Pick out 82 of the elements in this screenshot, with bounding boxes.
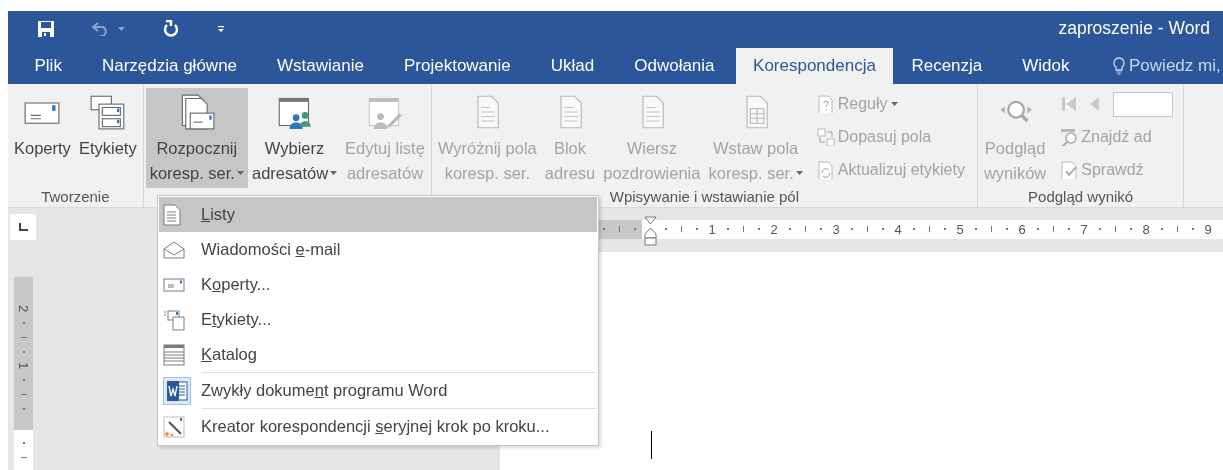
ruler-tick bbox=[680, 226, 682, 233]
check-document-icon bbox=[1060, 161, 1079, 180]
customize-button[interactable] bbox=[217, 24, 225, 33]
menu-item[interactable]: Listy bbox=[159, 197, 597, 232]
refresh-document-icon bbox=[816, 161, 835, 180]
ruler-tick bbox=[1114, 226, 1116, 233]
ribbon-tab[interactable]: Recenzja bbox=[892, 47, 1001, 84]
open-envelope-icon bbox=[163, 240, 185, 259]
ruler-tick bbox=[20, 393, 27, 395]
label-sheet-icon bbox=[89, 93, 126, 130]
group-label: Podgląd wynikó bbox=[1027, 187, 1135, 207]
ruler-number: 3 bbox=[831, 220, 841, 239]
ruler-number: 6 bbox=[1017, 220, 1027, 239]
ruler-tick bbox=[866, 226, 868, 233]
ruler-tick bbox=[618, 226, 620, 233]
save-button[interactable] bbox=[38, 20, 54, 37]
magic-wand-icon bbox=[163, 415, 185, 438]
ruler-tick bbox=[990, 226, 992, 233]
ribbon-button[interactable]: Wybierz adresatów bbox=[247, 87, 342, 188]
ruler-tick bbox=[20, 336, 27, 338]
group-label: Wpisywanie i wstawianie pól bbox=[608, 187, 801, 207]
indent-marker-icon[interactable] bbox=[644, 215, 657, 246]
ruler-number: 5 bbox=[955, 220, 965, 239]
ribbon-button[interactable]: Koperty bbox=[10, 87, 75, 188]
menu-item[interactable]: Zwykły dokument programu Word bbox=[159, 373, 597, 408]
text-cursor bbox=[651, 430, 652, 459]
ribbon-button[interactable]: Etykiety bbox=[74, 87, 141, 188]
ribbon-tab[interactable]: Widok bbox=[1003, 47, 1089, 84]
ruler-number: 9 bbox=[1203, 220, 1213, 239]
ribbon-tab[interactable]: Korespondencja bbox=[736, 47, 893, 84]
ribbon-button[interactable]: Rozpocznij koresp. ser. bbox=[145, 87, 248, 188]
redo-icon bbox=[163, 19, 179, 38]
repeat-button[interactable] bbox=[163, 19, 179, 38]
ruler-number: 7 bbox=[1079, 220, 1089, 239]
ruler-tick bbox=[1176, 226, 1178, 233]
caret-icon bbox=[236, 171, 244, 176]
left-tab-icon bbox=[18, 222, 28, 231]
envelope-icon bbox=[163, 277, 185, 292]
list-icon bbox=[163, 343, 185, 366]
ruler-tick bbox=[928, 226, 930, 233]
ribbon-tab[interactable]: Plik bbox=[16, 47, 81, 84]
ruler-tick bbox=[742, 226, 744, 233]
caret-icon bbox=[795, 171, 803, 176]
caret-icon bbox=[330, 171, 338, 176]
word-document-icon bbox=[163, 376, 191, 405]
menu-item[interactable]: Wiadomości e-mail bbox=[159, 232, 597, 267]
document-icon bbox=[163, 203, 181, 226]
ruler-tick bbox=[20, 456, 27, 458]
ribbon-tab[interactable]: Odwołania bbox=[615, 47, 734, 84]
label-sheet-icon bbox=[163, 308, 185, 331]
first-page-icon bbox=[1062, 97, 1077, 112]
record-number-field[interactable] bbox=[1113, 91, 1174, 117]
save-icon bbox=[38, 20, 54, 37]
caret-icon bbox=[118, 26, 125, 31]
tell-me-placeholder[interactable]: Powiedz mi, bbox=[1129, 55, 1221, 76]
lightbulb-icon bbox=[1113, 56, 1126, 75]
ruler-number: 8 bbox=[1141, 220, 1151, 239]
ruler-number: 2 bbox=[769, 220, 779, 239]
group-label: Tworzenie bbox=[40, 187, 111, 207]
ribbon-tab[interactable]: Układ bbox=[532, 47, 613, 84]
undo-icon bbox=[92, 21, 110, 36]
previous-icon bbox=[1090, 97, 1100, 112]
menu-item[interactable]: Kreator korespondencji seryjnej krok po kroku... bbox=[159, 409, 597, 444]
window-title: zaproszenie - Word bbox=[1058, 18, 1210, 40]
swap-arrows-icon bbox=[816, 128, 835, 147]
magnifier-icon bbox=[1060, 128, 1079, 147]
ruler-tick bbox=[1052, 226, 1054, 233]
ruler-tick bbox=[804, 226, 806, 233]
menu-item[interactable]: Koperty... bbox=[159, 267, 597, 302]
ribbon-tab[interactable]: Projektowanie bbox=[385, 47, 530, 84]
question-document-icon bbox=[816, 95, 835, 114]
menu-item[interactable]: Katalog bbox=[159, 337, 597, 372]
ribbon-tab[interactable]: Wstawianie bbox=[258, 47, 383, 84]
ribbon-tab[interactable]: Narzędzia główne bbox=[83, 47, 256, 84]
ruler-number: 2 bbox=[15, 304, 32, 315]
ruler-number: 1 bbox=[15, 361, 32, 372]
ruler-number: 1 bbox=[707, 220, 717, 239]
tab-selector[interactable] bbox=[10, 213, 36, 240]
customize-icon bbox=[217, 24, 225, 33]
ruler-number: 4 bbox=[893, 220, 903, 239]
caret-icon bbox=[890, 102, 898, 107]
menu-item[interactable]: Etykiety... bbox=[159, 302, 597, 337]
